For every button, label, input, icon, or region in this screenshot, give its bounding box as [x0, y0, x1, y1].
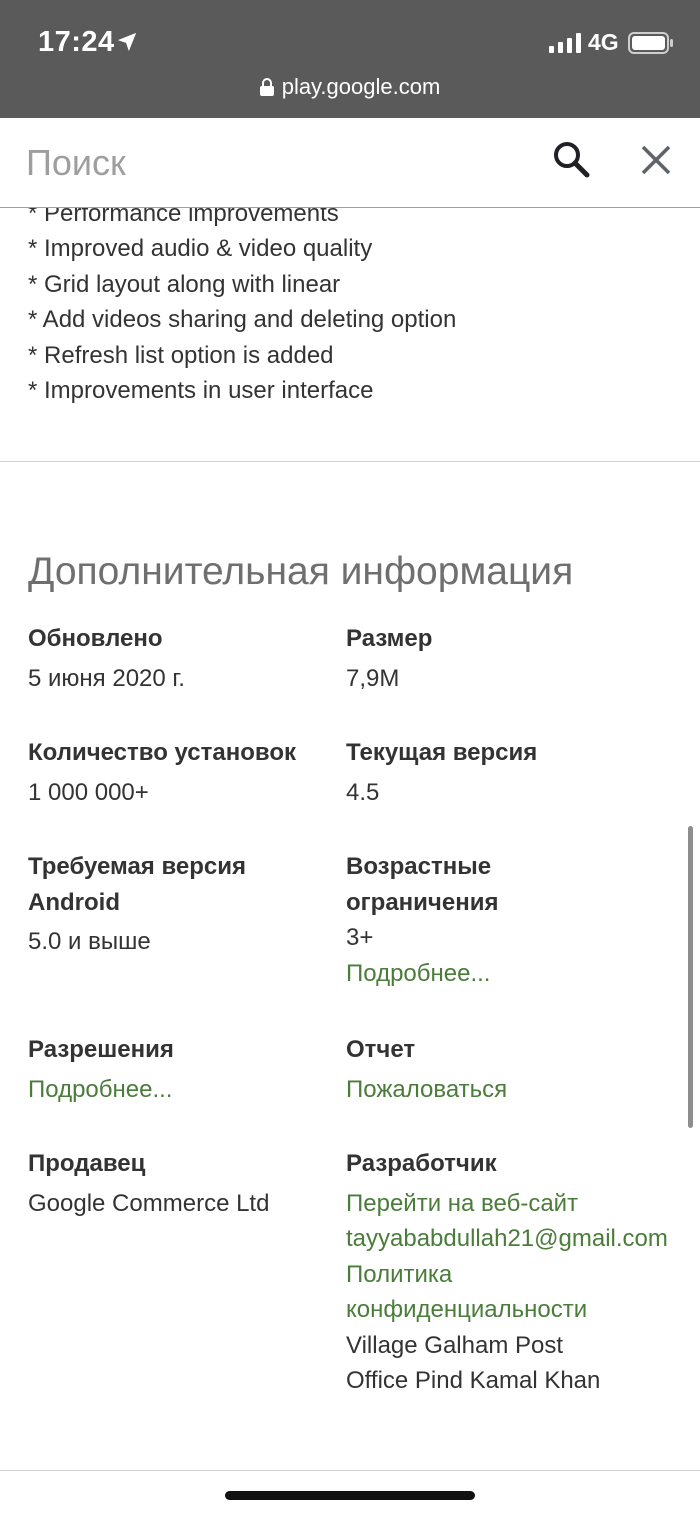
info-label: Обновлено — [28, 625, 163, 652]
cellular-signal-icon — [549, 33, 581, 53]
age-rating-more-link[interactable]: Подробнее... — [346, 956, 696, 992]
info-value: 5.0 и выше — [28, 928, 151, 955]
info-label: Продавец — [28, 1150, 146, 1177]
info-label: Размер — [346, 625, 433, 652]
developer-website-link[interactable]: Перейти на веб-сайт — [346, 1186, 696, 1222]
developer-address: Office Pind Kamal Khan — [346, 1367, 601, 1394]
info-label: Требуемая версия — [28, 853, 247, 880]
info-label: Разрешения — [28, 1036, 174, 1063]
info-label: Возрастные — [346, 853, 492, 880]
info-label: Текущая версия — [346, 739, 538, 766]
changelog-item: * Improved audio & video quality — [28, 235, 373, 263]
info-value: 7,9M — [346, 664, 400, 692]
info-label: Отчет — [346, 1036, 416, 1063]
info-value: 5 июня 2020 г. — [28, 664, 185, 692]
developer-email-link[interactable]: tayyababdullah21@gmail.com — [346, 1221, 696, 1257]
section-divider — [0, 461, 700, 462]
info-required-android: Требуемая версия Android 5.0 и выше — [28, 849, 378, 960]
info-report: Отчет Пожаловаться — [346, 1032, 696, 1107]
scrollbar[interactable] — [688, 826, 693, 1128]
additional-info-title: Дополнительная информация — [28, 550, 574, 593]
permissions-more-link[interactable]: Подробнее... — [28, 1072, 378, 1108]
search-header — [0, 118, 700, 208]
lock-icon — [259, 78, 274, 96]
privacy-policy-link[interactable]: конфиденциальности — [346, 1292, 696, 1328]
section-divider — [0, 1470, 700, 1471]
close-icon[interactable] — [640, 144, 672, 176]
info-label: ограничения — [346, 888, 499, 916]
battery-icon — [628, 32, 673, 54]
report-link[interactable]: Пожаловаться — [346, 1072, 696, 1108]
status-time: 17:24 — [38, 26, 115, 58]
info-value: 1 000 000+ — [28, 778, 149, 806]
info-value: 4.5 — [346, 778, 380, 806]
info-label: Android — [28, 888, 120, 916]
search-icon[interactable] — [552, 140, 590, 178]
changelog-item: * Grid layout along with linear — [28, 270, 341, 298]
changelog-list: * Performance improvements * Improved au… — [28, 196, 688, 408]
changelog-item: * Add videos sharing and deleting option — [28, 306, 457, 334]
info-label: Количество установок — [28, 739, 297, 766]
search-input[interactable] — [26, 138, 506, 188]
info-developer: Разработчик Перейти на веб-сайт tayyabab… — [346, 1146, 696, 1399]
status-bar: 17:24 4G play.google.com — [0, 0, 700, 118]
info-age-rating: Возрастные ограничения 3+ Подробнее... — [346, 849, 696, 991]
info-updated: Обновлено 5 июня 2020 г. — [28, 621, 378, 696]
info-value: 3+ — [346, 924, 374, 951]
developer-address: Village Galham Post — [346, 1331, 564, 1359]
info-label: Разработчик — [346, 1150, 497, 1177]
privacy-policy-link[interactable]: Политика — [346, 1257, 696, 1293]
info-seller: Продавец Google Commerce Ltd — [28, 1146, 378, 1221]
home-indicator[interactable] — [225, 1491, 475, 1500]
info-size: Размер 7,9M — [346, 621, 696, 696]
changelog-item: * Improvements in user interface — [28, 377, 374, 405]
info-permissions: Разрешения Подробнее... — [28, 1032, 378, 1107]
info-current-version: Текущая версия 4.5 — [346, 735, 696, 810]
changelog-item: * Refresh list option is added — [28, 341, 334, 369]
url-text: play.google.com — [281, 74, 441, 99]
url-bar[interactable]: play.google.com — [0, 74, 700, 104]
network-type: 4G — [588, 29, 619, 55]
info-value: Google Commerce Ltd — [28, 1189, 270, 1217]
info-installs: Количество установок 1 000 000+ — [28, 735, 378, 810]
location-arrow-icon — [117, 32, 137, 52]
